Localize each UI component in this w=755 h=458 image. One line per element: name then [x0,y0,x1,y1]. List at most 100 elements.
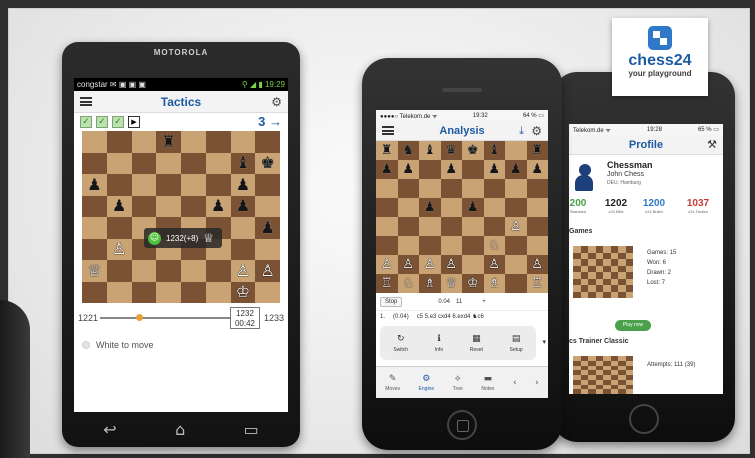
tab-notes[interactable]: ▬ Notes [481,374,494,392]
board-square[interactable] [618,389,626,394]
board-square[interactable] [440,236,462,255]
board-square[interactable]: ♚ [462,141,484,160]
board-square[interactable]: ♟ [106,195,132,217]
board-square[interactable]: ♘ [397,274,419,293]
board-square[interactable] [526,198,548,217]
stop-button[interactable]: Stop [380,297,403,307]
tool-reset-button[interactable]: ▦ Reset [470,334,483,353]
board-square[interactable] [205,174,231,196]
tab-tree[interactable]: ⟡ Tree [453,374,463,392]
board-square[interactable]: ♜ [156,131,181,153]
chess-piece-icon[interactable]: ♙ [381,258,393,271]
chess-piece-icon[interactable]: ♟ [467,201,479,214]
board-square[interactable]: ♕ [440,274,462,293]
board-square[interactable] [82,152,107,174]
board-square[interactable]: ♙ [526,255,548,274]
board-square[interactable] [131,281,157,303]
board-square[interactable] [181,174,206,196]
board-square[interactable] [595,291,603,298]
trainer-thumbnail-board[interactable] [573,356,633,394]
board-square[interactable] [483,198,505,217]
board-square[interactable] [580,389,588,394]
chess-piece-icon[interactable]: ♚ [260,155,274,171]
board-square[interactable] [181,131,206,153]
board-square[interactable]: ♝ [419,141,441,160]
board-square[interactable] [595,389,603,394]
tool-setup-button[interactable]: ▤ Setup [510,334,523,353]
board-square[interactable]: ♙ [505,217,527,236]
board-square[interactable]: ♙ [255,260,280,282]
board-square[interactable] [526,179,548,198]
board-square[interactable] [505,255,527,274]
board-square[interactable] [419,217,441,236]
tab-engine[interactable]: ⚙ Engine [419,374,435,392]
board-square[interactable] [255,174,280,196]
board-square[interactable]: ♟ [526,160,548,179]
chess-piece-icon[interactable]: ♕ [445,277,457,290]
download-icon[interactable]: ⤓ [519,124,524,138]
chess-piece-icon[interactable]: ♙ [402,258,414,271]
board-square[interactable] [156,174,181,196]
chess-piece-icon[interactable]: ♙ [260,262,274,279]
board-square[interactable] [376,198,398,217]
chess-piece-icon[interactable]: ♕ [87,262,101,279]
chess-piece-icon[interactable]: ♜ [161,133,175,150]
lines-count[interactable]: 11 [456,299,462,305]
chess-piece-icon[interactable]: ♟ [531,163,543,176]
board-square[interactable]: ♟ [440,160,462,179]
chess-piece-icon[interactable]: ♘ [402,277,414,290]
board-square[interactable] [397,179,419,198]
board-square[interactable]: ♕ [82,260,107,282]
board-square[interactable] [625,389,633,394]
board-square[interactable]: ♟ [462,198,484,217]
board-square[interactable] [82,238,107,260]
chess-piece-icon[interactable]: ♝ [488,144,500,157]
board-square[interactable] [106,131,132,153]
chess-piece-icon[interactable]: ♟ [211,198,225,214]
chess-piece-icon[interactable]: ♟ [236,198,250,214]
board-square[interactable] [181,281,206,303]
chess-piece-icon[interactable]: ♘ [488,239,500,252]
chess-piece-icon[interactable]: ♚ [467,144,479,157]
board-square[interactable]: ♛ [440,141,462,160]
gear-icon[interactable]: ⚙ [271,95,282,109]
chess-piece-icon[interactable]: ♜ [531,144,543,157]
board-square[interactable] [131,174,157,196]
board-square[interactable] [397,198,419,217]
board-square[interactable] [573,389,581,394]
board-square[interactable] [82,281,107,303]
chess-piece-icon[interactable]: ♗ [424,277,436,290]
board-square[interactable]: ♟ [255,217,280,239]
board-square[interactable] [205,152,231,174]
board-square[interactable]: ♞ [397,141,419,160]
board-square[interactable] [419,160,441,179]
board-square[interactable]: ♔ [462,274,484,293]
board-square[interactable]: ♟ [397,160,419,179]
board-square[interactable] [131,152,157,174]
chess-piece-icon[interactable]: ♟ [260,219,274,236]
chess-piece-icon[interactable]: ♟ [402,163,414,176]
board-square[interactable]: ♝ [483,141,505,160]
board-square[interactable]: ♟ [82,174,107,196]
board-square[interactable] [181,152,206,174]
board-square[interactable] [625,291,633,298]
chess-piece-icon[interactable]: ♛ [445,144,457,157]
board-square[interactable] [106,217,132,239]
board-square[interactable] [156,260,181,282]
chess-piece-icon[interactable]: ♟ [510,163,522,176]
chess-piece-icon[interactable]: ♙ [424,258,436,271]
board-square[interactable] [82,217,107,239]
board-square[interactable] [397,217,419,236]
board-square[interactable] [610,389,618,394]
tool-info-button[interactable]: ℹ Info [435,334,443,353]
board-square[interactable] [505,179,527,198]
board-square[interactable]: ♙ [397,255,419,274]
board-square[interactable] [419,236,441,255]
chess-piece-icon[interactable]: ♙ [445,258,457,271]
board-square[interactable]: ♙ [106,238,132,260]
board-square[interactable]: ♗ [419,274,441,293]
board-square[interactable] [440,179,462,198]
tab-moves[interactable]: ✎ Moves [385,374,400,392]
chess-piece-icon[interactable]: ♟ [87,176,101,193]
tool-switch-button[interactable]: ↻ Switch [393,334,408,353]
